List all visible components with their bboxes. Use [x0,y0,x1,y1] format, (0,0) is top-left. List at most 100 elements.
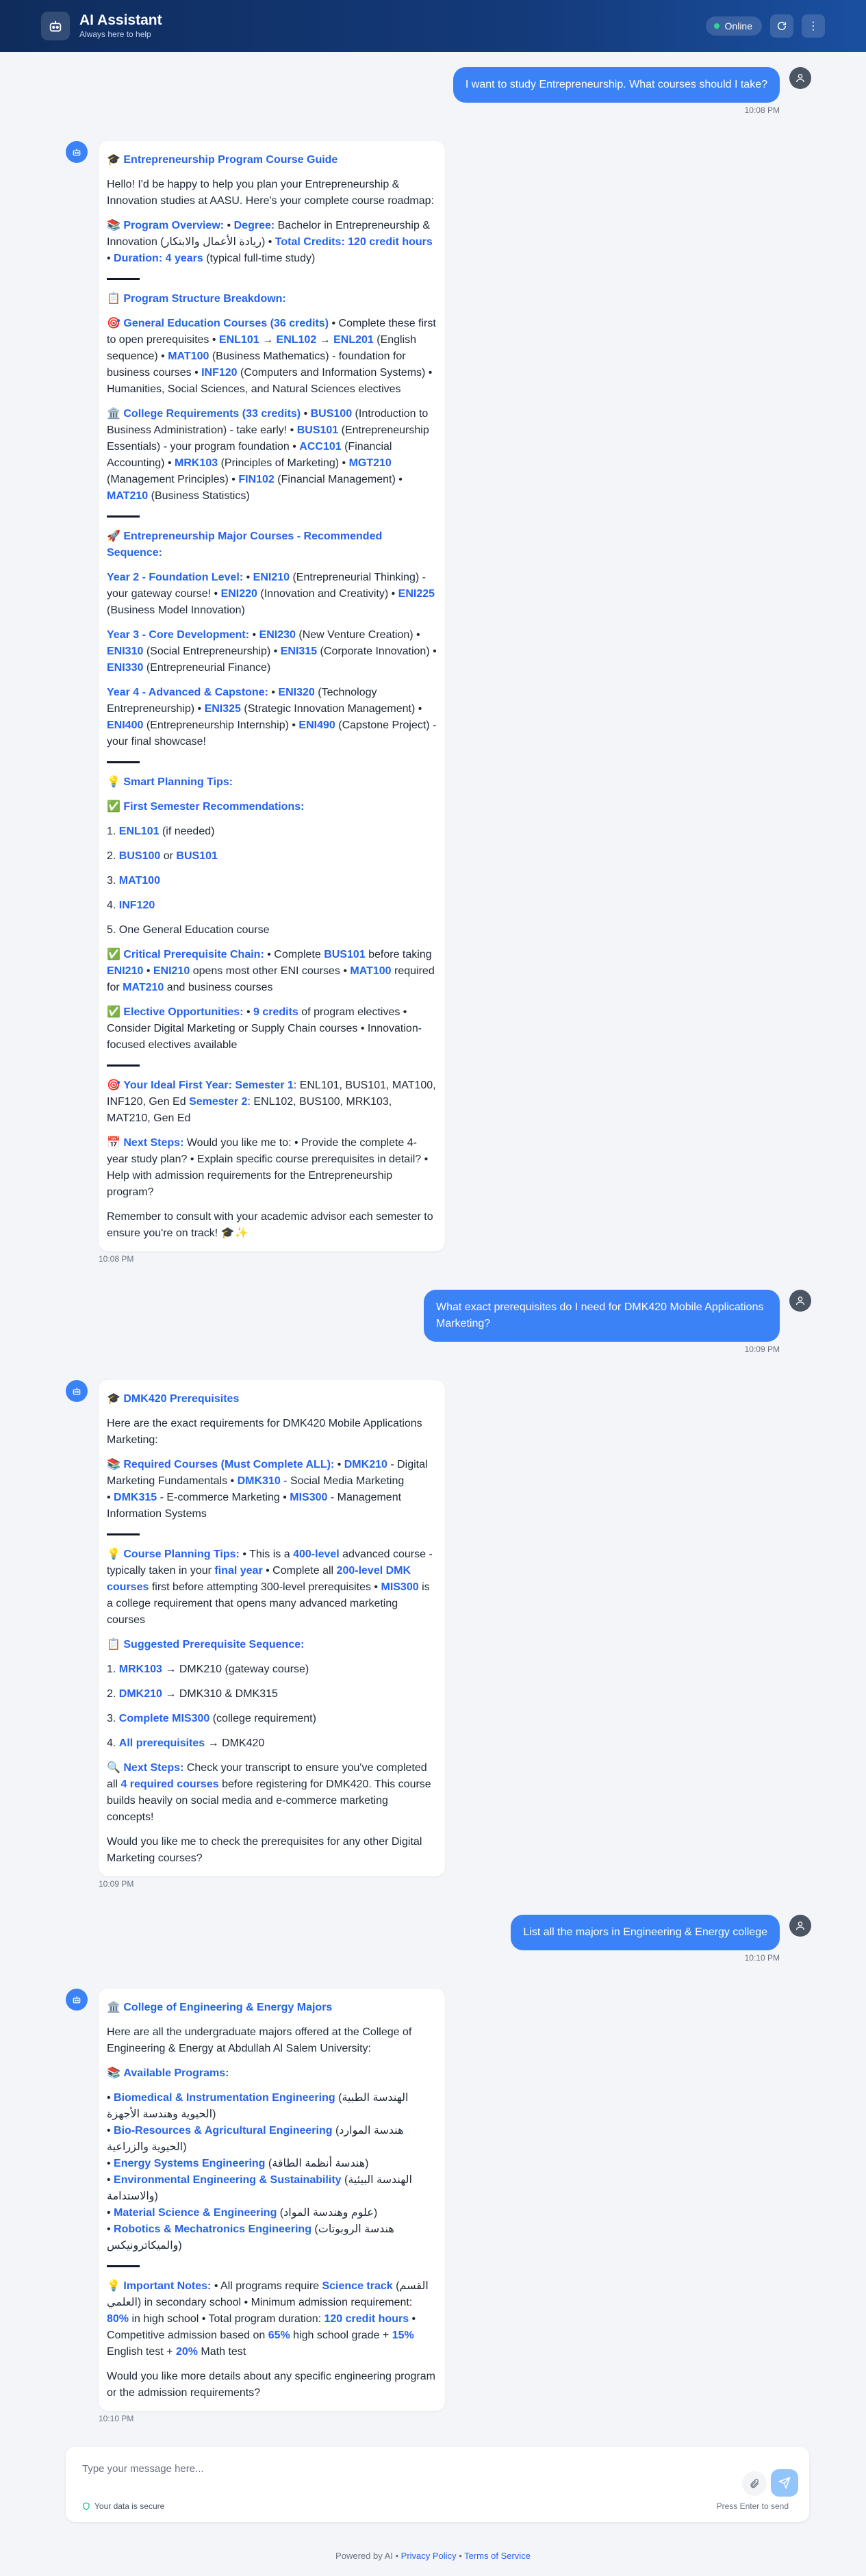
text-run: • [268,687,279,698]
app-header: AI Assistant Always here to help Online … [0,0,866,52]
user-avatar-icon [789,67,811,89]
text-run: 🎯 [107,1080,124,1091]
privacy-policy-link[interactable]: Privacy Policy [401,2551,457,2561]
message-timestamp: 10:09 PM [99,1879,134,1889]
message-timestamp: 10:08 PM [99,1254,134,1264]
highlight-text: BUS100 [310,408,353,420]
message-paragraph: 🔍 Next Steps: Check your transcript to e… [107,1760,437,1826]
app-title: AI Assistant [79,12,162,28]
text-run: 🎯 [107,318,124,329]
highlight-text: Year 3 - Core Development: [107,629,250,641]
text-run: (Entrepreneurial Finance) [143,662,271,674]
text-run: • [243,572,253,583]
highlight-text: First Semester Recommendations: [123,801,305,813]
highlight-text: Science track [322,2280,393,2292]
divider [107,1533,140,1535]
text-run: ✅ [107,801,124,813]
text-run: 4. [107,900,119,911]
user-message: List all the majors in Engineering & Ene… [0,1915,866,1963]
send-button[interactable] [771,2469,798,2497]
highlight-text: MAT100 [168,350,209,362]
text-run: first before attempting 300-level prereq… [149,1581,381,1593]
text-run: Here are the exact requirements for DMK4… [107,1418,422,1446]
text-run: 3. [107,1713,119,1724]
highlight-text: BUS101 [296,424,339,436]
highlight-text: Complete MIS300 [118,1713,210,1724]
attach-button[interactable] [742,2471,767,2496]
highlight-text: Critical Prerequisite Chain: [123,949,264,960]
message-paragraph: 1. MRK103 → DMK210 (gateway course) [107,1661,437,1678]
text-run: 📅 [107,1137,124,1149]
assistant-message: 🏛️ College of Engineering & Energy Major… [0,1989,866,2423]
highlight-text: ENI325 [204,703,241,715]
message-paragraph: 📚 Available Programs: [107,2065,437,2082]
text-run: • [107,253,114,264]
online-dot-icon [713,23,719,29]
highlight-text: Total Credits: 120 credit hours [275,236,433,248]
text-run: (Principles of Marketing) • [218,457,349,469]
highlight-text: Biomedical & Instrumentation Engineering [114,2092,335,2104]
text-run: • [224,220,234,231]
divider [107,761,140,763]
divider [107,1064,140,1067]
message-paragraph: 2. BUS100 or BUS101 [107,848,437,865]
message-paragraph: 📋 Suggested Prerequisite Sequence: [107,1637,437,1653]
text-run: - E-commerce Marketing • [157,1492,290,1503]
text-run: 🎓 [107,1393,124,1405]
message-input[interactable] [82,2463,698,2475]
chat-thread: I want to study Entrepreneurship. What c… [0,52,866,2423]
text-run: • This is a [239,1548,294,1560]
text-run: (New Venture Creation) • [295,629,420,641]
highlight-text: ENI225 [398,588,435,600]
text-run: (Entrepreneurship Internship) • [143,719,299,731]
user-message-text: What exact prerequisites do I need for D… [424,1290,780,1342]
text-run: → [316,334,334,346]
highlight-text: ACC101 [299,441,342,452]
text-run: 2. [107,850,119,862]
refresh-button[interactable] [770,14,793,38]
highlight-text: Semester 2 [189,1096,248,1108]
terms-of-service-link[interactable]: Terms of Service [464,2551,531,2561]
message-paragraph: 💡 Important Notes: • All programs requir… [107,2278,437,2360]
text-run: 4. [107,1737,119,1749]
text-run: Here are all the undergraduate majors of… [107,2026,412,2054]
text-run: 2. [107,1688,119,1700]
message-paragraph: 5. One General Education course [107,922,437,939]
user-message: I want to study Entrepreneurship. What c… [0,67,866,115]
highlight-text: Suggested Prerequisite Sequence: [123,1639,305,1650]
message-paragraph: 📚 Program Overview: • Degree: Bachelor i… [107,218,437,267]
text-run: 📚 [107,1459,124,1470]
message-paragraph: 📚 Required Courses (Must Complete ALL): … [107,1457,437,1522]
highlight-text: Your Ideal First Year: [123,1080,232,1091]
message-timestamp: 10:09 PM [744,1344,780,1354]
message-paragraph: 🎯 General Education Courses (36 credits)… [107,316,437,398]
highlight-text: 120 credit hours [324,2313,409,2325]
highlight-text: INF120 [201,367,238,379]
message-paragraph: Would you like me to check the prerequis… [107,1834,437,1867]
highlight-text: MAT210 [107,490,149,502]
user-message: What exact prerequisites do I need for D… [0,1290,866,1354]
text-run: in high school • Total program duration: [129,2313,324,2325]
text-run: 💡 [107,776,124,788]
text-run: 🏛️ [107,2002,124,2013]
highlight-text: MRK103 [118,1663,162,1675]
message-paragraph: 🎓 Entrepreneurship Program Course Guide [107,152,437,168]
highlight-text: Important Notes: [123,2280,212,2292]
text-run: 5. One General Education course [107,924,270,936]
highlight-text: Semester 1 [235,1080,294,1091]
more-menu-button[interactable]: ⋮ [802,14,825,38]
highlight-text: ENL201 [333,334,374,346]
message-timestamp: 10:08 PM [744,105,780,115]
message-paragraph: 💡 Smart Planning Tips: [107,774,437,791]
highlight-text: DMK420 Prerequisites [123,1393,240,1405]
text-run: 📋 [107,293,124,305]
message-paragraph: Year 4 - Advanced & Capstone: • ENI320 (… [107,685,437,750]
user-avatar-icon [789,1915,811,1937]
message-paragraph: Would you like more details about any sp… [107,2369,437,2401]
highlight-text: MRK103 [174,457,218,469]
highlight-text: ENI220 [220,588,257,600]
text-run: Remember to consult with your academic a… [107,1211,433,1239]
highlight-text: ENI490 [298,719,335,731]
assistant-avatar-icon [66,141,88,163]
text-run: 📚 [107,220,124,231]
